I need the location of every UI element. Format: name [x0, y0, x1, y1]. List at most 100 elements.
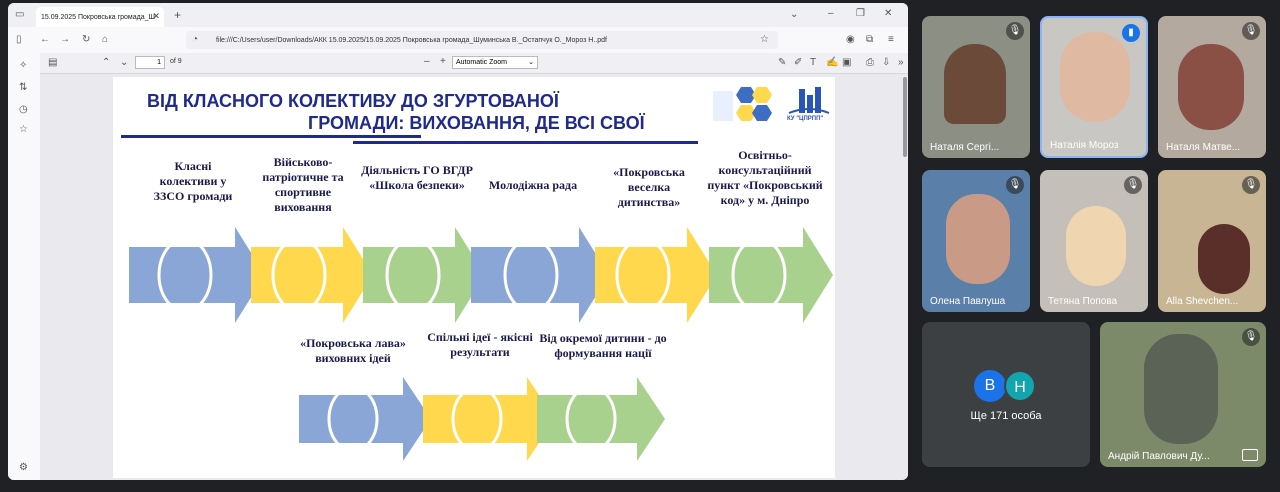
sidebar-toggle-icon[interactable]: ▯: [16, 35, 22, 45]
highlight-icon[interactable]: ✎: [778, 58, 786, 68]
pdf-sidebar-icon[interactable]: ▤: [48, 58, 57, 68]
mic-off-icon: 🎙: [1242, 176, 1260, 194]
sync-icon[interactable]: ⇅: [19, 83, 27, 93]
others-count: Ще 171 особа: [970, 410, 1042, 422]
label-pokrovsk-bench: «Покровська лава» виховних ідей: [300, 336, 406, 365]
settings-gear-icon[interactable]: ⚙: [19, 463, 28, 473]
image-icon[interactable]: ▣: [842, 58, 851, 68]
mic-off-icon: 🎙: [1242, 328, 1260, 346]
label-youth-council: Молодіжна рада: [488, 178, 578, 192]
participant-name: Наталя Сергі...: [930, 142, 1000, 153]
back-icon[interactable]: ←: [40, 35, 50, 45]
save-icon[interactable]: ⇩: [882, 58, 890, 68]
mic-off-icon: 🎙: [1006, 176, 1024, 194]
participant-name: Alla Shevchen...: [1166, 296, 1239, 307]
participant-name: Наталя Матве...: [1166, 142, 1241, 153]
participant-tile-speaking[interactable]: ▮ Наталія Мороз: [1040, 16, 1148, 158]
bookmark-star-icon[interactable]: ☆: [760, 35, 769, 45]
forward-icon[interactable]: →: [60, 35, 70, 45]
shield-icon[interactable]: ◔: [192, 35, 198, 45]
arrows-top: [129, 227, 833, 323]
print-icon[interactable]: ⎙: [866, 58, 874, 68]
participant-video: [946, 194, 1010, 284]
participant-video: [1198, 224, 1250, 294]
page-number-input[interactable]: 1: [135, 56, 165, 69]
participant-video: [1178, 44, 1244, 130]
history-icon[interactable]: ◷: [19, 105, 28, 115]
zoom-in-icon[interactable]: +: [440, 57, 446, 67]
new-tab-icon[interactable]: +: [174, 9, 181, 21]
participant-name: Олена Павлуша: [930, 296, 1006, 307]
pdf-page: ВІД КЛАСНОГО КОЛЕКТИВУ ДО ЗГУРТОВАНОЇ ГР…: [113, 77, 835, 478]
extensions-icon[interactable]: ⧉: [866, 35, 873, 45]
browser-window: ▭ 15.09.2025 Покровська громада_Ш ✕ + ⌄ …: [8, 3, 908, 480]
tab-bar: ▭ 15.09.2025 Покровська громада_Ш ✕ + ⌄ …: [8, 3, 908, 27]
address-bar[interactable]: file:///C:/Users/user/Downloads/АКК 15.0…: [186, 31, 778, 49]
participant-tile[interactable]: 🎙 Андрій Павлович Ду...: [1100, 322, 1266, 467]
pip-icon[interactable]: [1242, 449, 1258, 461]
pdf-toolbar: ▤ ⌃ ⌄ 1 of 9 – + Automatic Zoom ⌄ ✎ ✐ T …: [40, 53, 908, 74]
close-window-icon[interactable]: ✕: [884, 9, 892, 19]
participant-tile[interactable]: 🎙 Олена Павлуша: [922, 170, 1030, 312]
maximize-icon[interactable]: ❐: [856, 9, 865, 19]
label-school-safety: Діяльність ГО ВГДР «Школа безпеки»: [361, 163, 473, 192]
browser-sidebar: ✧ ⇅ ◷ ☆ ⚙: [8, 53, 41, 480]
bookmarks-icon[interactable]: ☆: [19, 125, 28, 135]
scrollbar[interactable]: [903, 77, 907, 157]
tab-active[interactable]: 15.09.2025 Покровська громада_Ш ✕: [36, 7, 164, 27]
title-underline-left: [121, 135, 421, 138]
label-joint-ideas: Спільні ідеї - якісні результати: [427, 330, 533, 359]
logo-cpp: КУ "ЦПРПП": [785, 85, 833, 131]
mic-off-icon: 🎙: [1242, 22, 1260, 40]
participant-video: [1066, 206, 1126, 286]
title-underline-right: [353, 141, 698, 144]
label-consulting-point: Освітньо-консультаційний пункт «Покровсь…: [707, 148, 823, 207]
logo-text: КУ "ЦПРПП": [787, 116, 824, 122]
menu-icon[interactable]: ≡: [888, 35, 894, 45]
signature-icon[interactable]: ✍: [826, 58, 838, 68]
zoom-select[interactable]: Automatic Zoom ⌄: [452, 56, 538, 69]
more-tools-icon[interactable]: »: [898, 58, 904, 68]
draw-icon[interactable]: ✐: [794, 58, 802, 68]
avatar: Н: [1004, 370, 1036, 402]
navigation-bar: ▯ ← → ↻ ⌂ file:///C:/Users/user/Download…: [8, 27, 908, 54]
speaking-indicator-icon: ▮: [1122, 24, 1140, 42]
url-text: file:///C:/Users/user/Downloads/АКК 15.0…: [216, 36, 607, 44]
participant-video: [944, 44, 1006, 124]
slide-title-line1: ВІД КЛАСНОГО КОЛЕКТИВУ ДО ЗГУРТОВАНОЇ: [147, 91, 559, 111]
logo-hexagons: [711, 85, 781, 131]
slide-title-line2: ГРОМАДИ: ВИХОВАННЯ, ДЕ ВСІ СВОЇ: [308, 113, 645, 133]
next-page-icon[interactable]: ⌄: [120, 58, 128, 68]
arrows-bottom: [299, 377, 665, 461]
participant-tile[interactable]: 🎙 Тетяна Попова: [1040, 170, 1148, 312]
prev-page-icon[interactable]: ⌃: [102, 58, 110, 68]
page-total: of 9: [170, 58, 182, 65]
minimize-icon[interactable]: –: [828, 9, 834, 19]
chevron-down-icon: ⌄: [528, 59, 534, 66]
participant-video: [1060, 32, 1130, 122]
participant-name: Тетяна Попова: [1048, 296, 1118, 307]
more-participants-tile[interactable]: В Н Ще 171 особа: [922, 322, 1090, 467]
label-class-collectives: Класні колективи у ЗЗСО громади: [153, 159, 233, 203]
ai-sparkle-icon[interactable]: ✧: [19, 61, 27, 71]
text-icon[interactable]: T: [810, 58, 816, 68]
account-icon[interactable]: ◉: [846, 35, 855, 45]
zoom-value: Automatic Zoom: [456, 59, 507, 66]
mic-off-icon: 🎙: [1006, 22, 1024, 40]
participant-video: [1144, 334, 1218, 444]
tab-title: 15.09.2025 Покровська громада_Ш: [41, 13, 155, 21]
home-icon[interactable]: ⌂: [102, 35, 108, 45]
avatar: В: [974, 370, 1006, 402]
chevron-down-icon[interactable]: ⌄: [790, 10, 798, 20]
label-child-to-nation: Від окремої дитини - до формування нації: [539, 331, 667, 360]
mic-off-icon: 🎙: [1124, 176, 1142, 194]
tab-list-icon[interactable]: ▭: [15, 10, 24, 20]
participant-name: Наталія Мороз: [1050, 140, 1119, 151]
participant-tile[interactable]: 🎙 Наталя Сергі...: [922, 16, 1030, 158]
label-military-patriotic: Військово-патріотичне та спортивне вихов…: [262, 155, 344, 214]
close-tab-icon[interactable]: ✕: [152, 11, 160, 22]
zoom-out-icon[interactable]: –: [424, 57, 430, 67]
participant-tile[interactable]: 🎙 Наталя Матве...: [1158, 16, 1266, 158]
reload-icon[interactable]: ↻: [82, 35, 90, 45]
participant-tile[interactable]: 🎙 Alla Shevchen...: [1158, 170, 1266, 312]
